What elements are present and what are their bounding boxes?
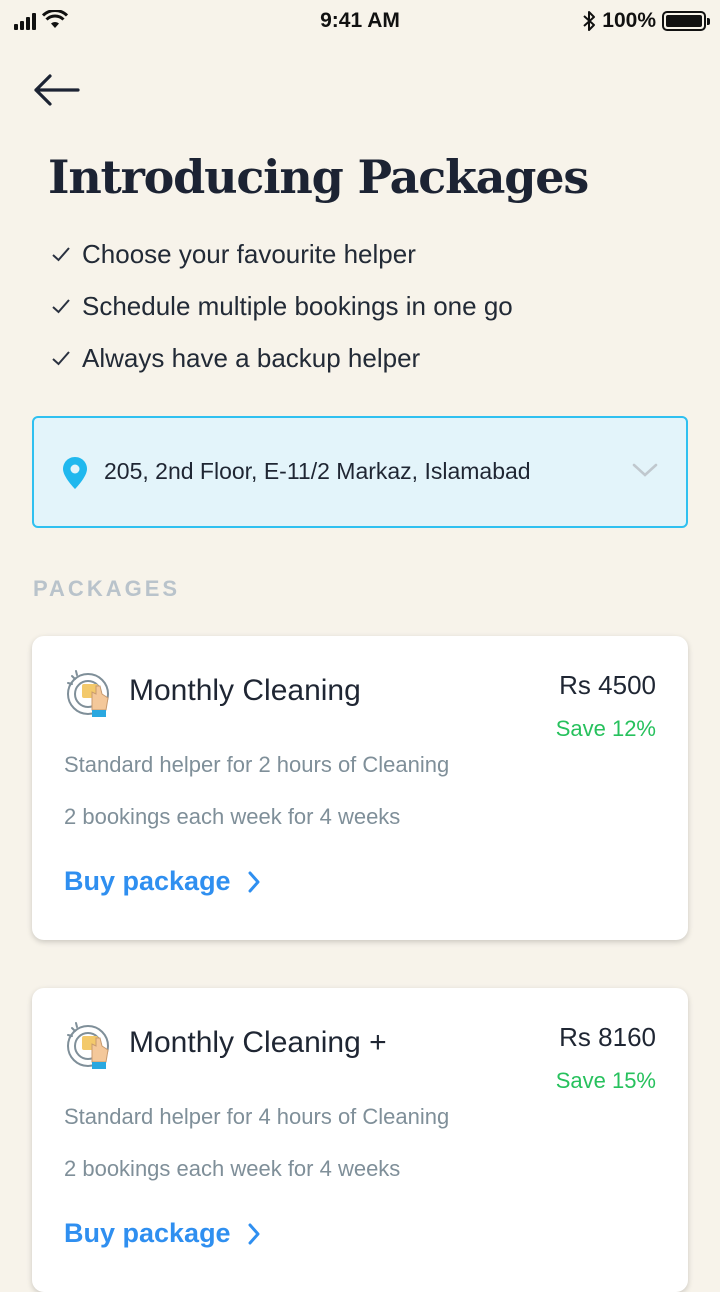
page-title: Introducing Packages: [48, 150, 589, 204]
check-icon: [52, 299, 70, 314]
benefit-item: Schedule multiple bookings in one go: [50, 280, 513, 332]
cleaning-hand-icon: [67, 1022, 109, 1069]
package-savings: Save 15%: [555, 1068, 656, 1093]
package-name: Monthly Cleaning +: [129, 1026, 387, 1059]
benefits-list: Choose your favourite helper Schedule mu…: [50, 228, 513, 384]
package-card: Monthly Cleaning + Rs 8160 Save 15% Stan…: [32, 988, 688, 1292]
buy-package-button[interactable]: Buy package: [64, 1218, 261, 1249]
status-right: 100%: [582, 9, 710, 33]
package-card: Monthly Cleaning Rs 4500 Save 12% Standa…: [32, 636, 688, 940]
benefit-text: Schedule multiple bookings in one go: [82, 290, 513, 321]
package-price: Rs 8160: [559, 1022, 656, 1052]
battery-icon: [662, 11, 710, 31]
packages-section-label: PACKAGES: [33, 576, 181, 601]
check-icon: [52, 247, 70, 262]
bluetooth-icon: [583, 11, 596, 31]
package-savings: Save 12%: [555, 716, 656, 741]
status-bar: 9:41 AM 100%: [0, 0, 720, 44]
check-icon: [52, 351, 70, 366]
address-text: 205, 2nd Floor, E-11/2 Markaz, Islamabad: [104, 458, 531, 484]
arrow-left-icon: [34, 74, 80, 106]
location-pin-icon: [63, 457, 87, 489]
benefit-text: Choose your favourite helper: [82, 238, 416, 269]
battery-cap: [707, 18, 710, 25]
buy-package-label: Buy package: [64, 1218, 231, 1248]
package-schedule: 2 bookings each week for 4 weeks: [64, 804, 401, 829]
chevron-right-icon: [248, 1223, 260, 1244]
package-description: Standard helper for 2 hours of Cleaning: [64, 752, 450, 777]
benefit-text: Always have a backup helper: [82, 342, 421, 373]
address-selector[interactable]: 205, 2nd Floor, E-11/2 Markaz, Islamabad: [32, 416, 688, 528]
chevron-right-icon: [248, 871, 260, 892]
battery-percent: 100%: [602, 9, 656, 32]
buy-package-label: Buy package: [64, 866, 231, 896]
chevron-down-icon: [632, 463, 658, 477]
package-schedule: 2 bookings each week for 4 weeks: [64, 1156, 401, 1181]
benefit-item: Choose your favourite helper: [50, 228, 513, 280]
battery-fill: [666, 15, 702, 27]
package-description: Standard helper for 4 hours of Cleaning: [64, 1104, 450, 1129]
benefit-item: Always have a backup helper: [50, 332, 513, 384]
package-price: Rs 4500: [559, 670, 656, 700]
cleaning-hand-icon: [67, 670, 109, 717]
package-name: Monthly Cleaning: [129, 674, 361, 707]
back-button[interactable]: [30, 70, 84, 110]
buy-package-button[interactable]: Buy package: [64, 866, 261, 897]
